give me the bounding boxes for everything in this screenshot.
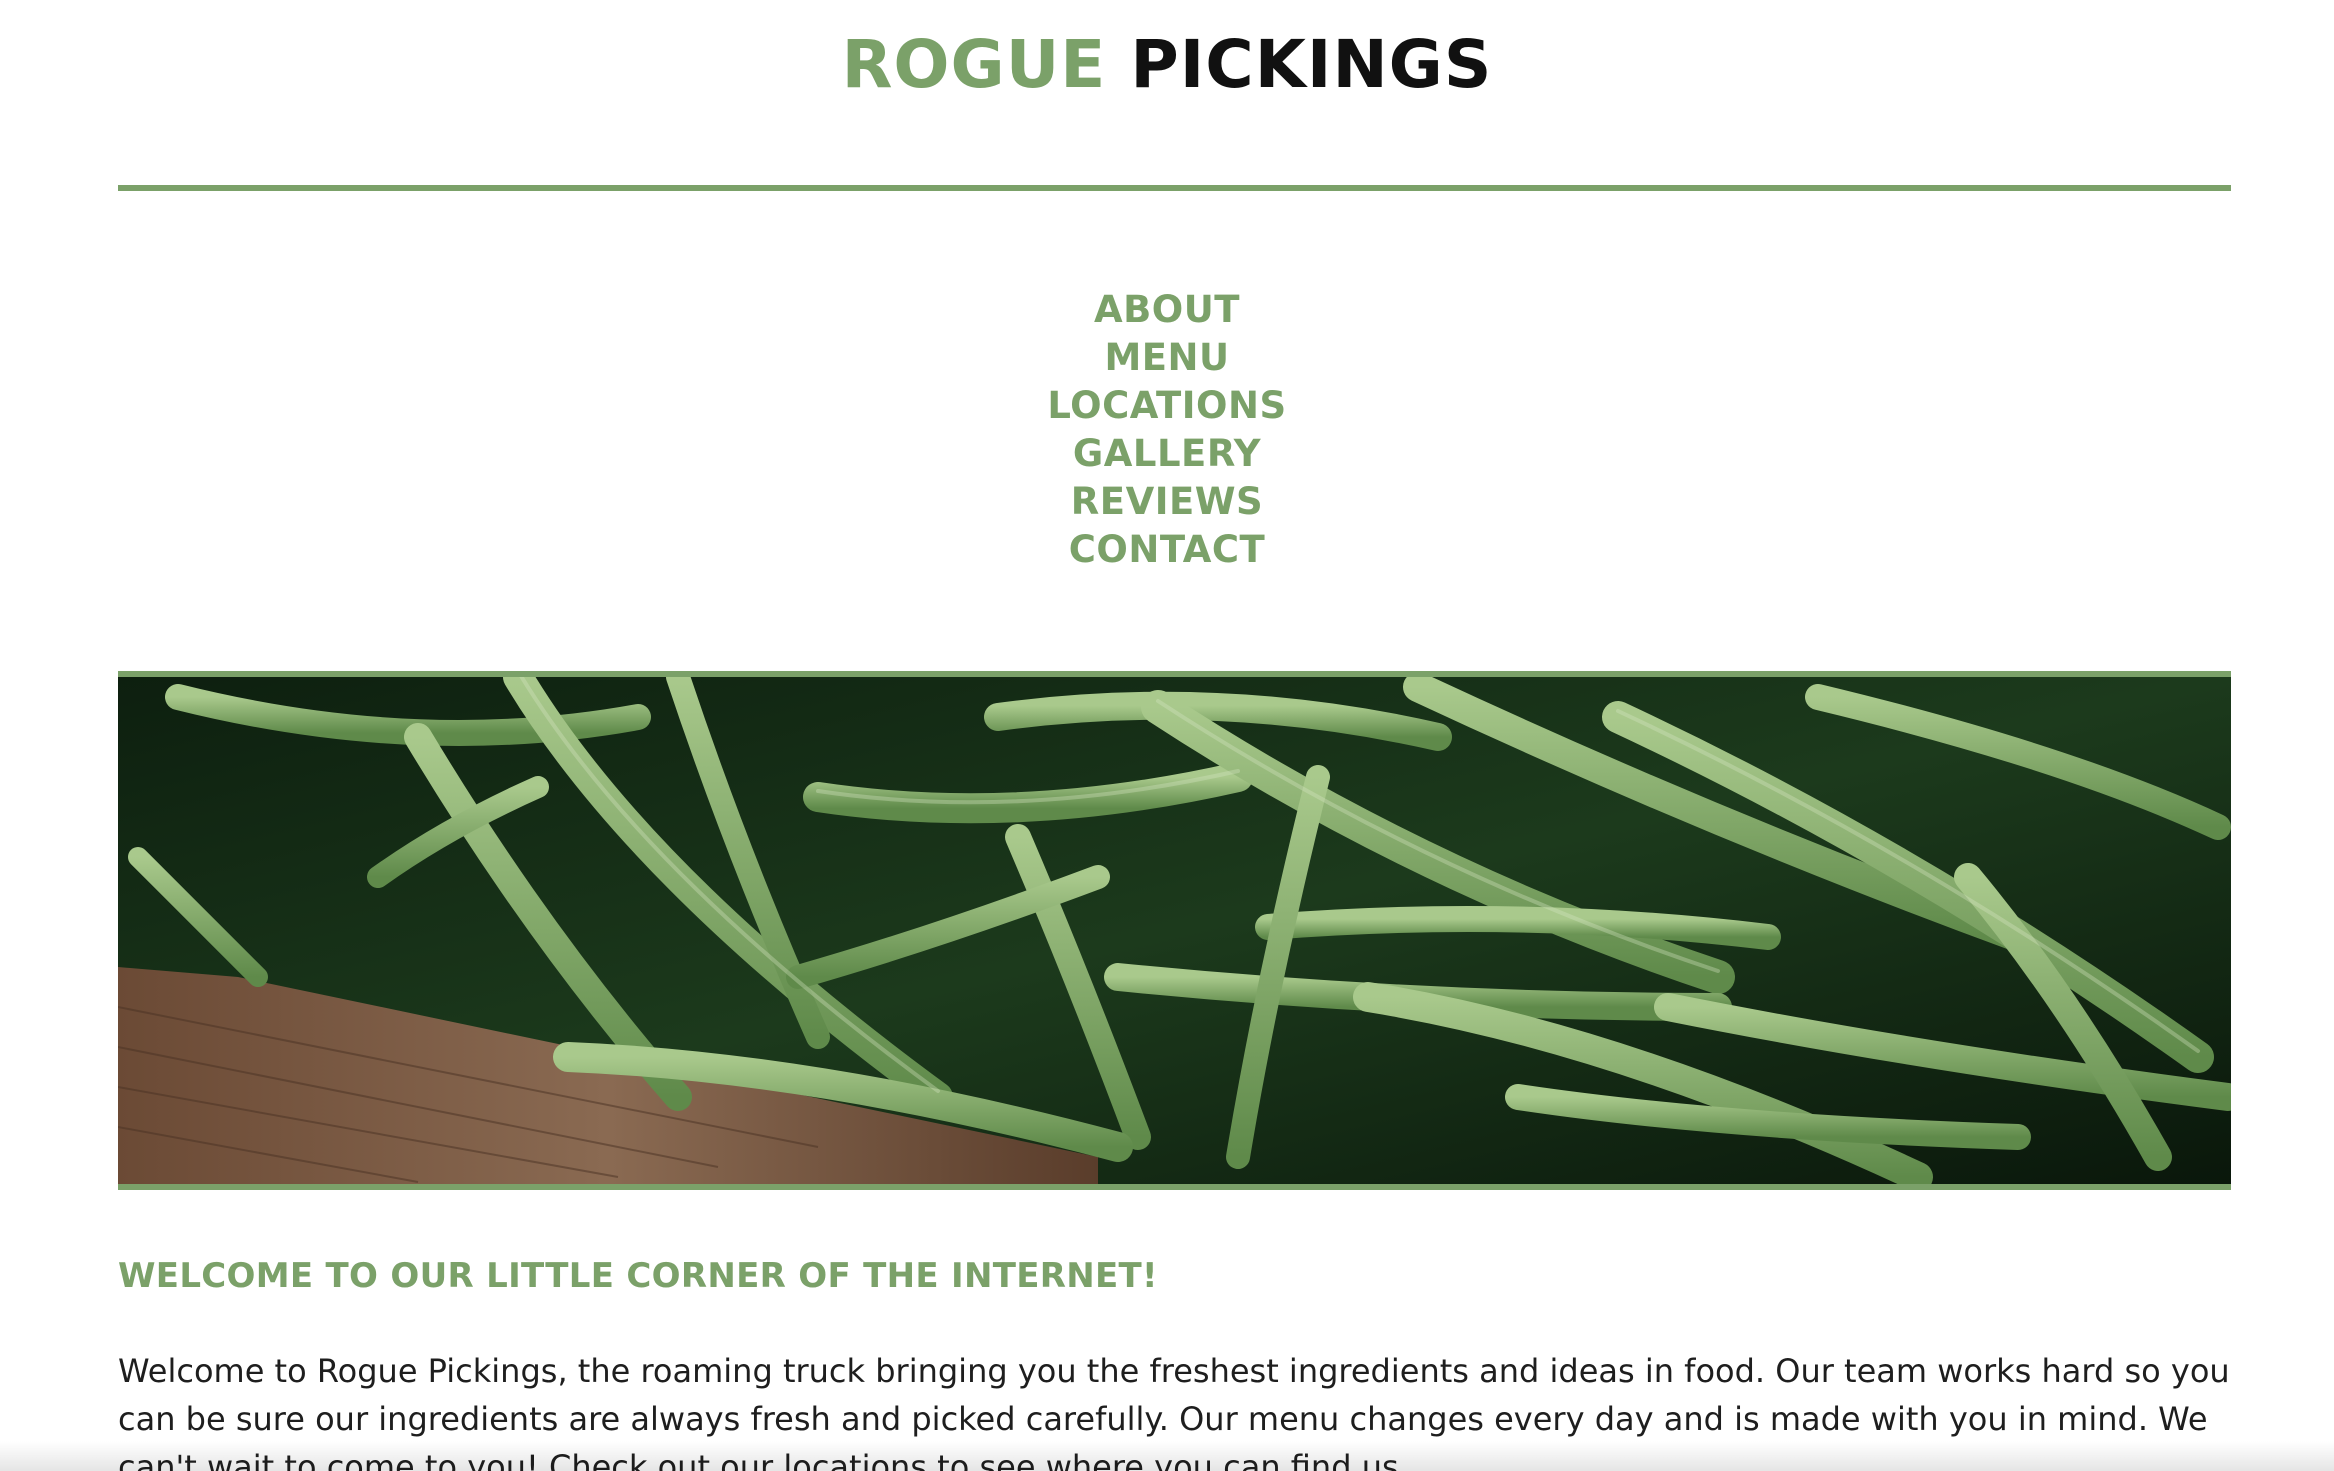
- nav-link-gallery[interactable]: GALLERY: [0, 430, 2334, 478]
- hero-image-green-beans: [118, 671, 2231, 1190]
- brand-word-pickings: PICKINGS: [1130, 26, 1493, 103]
- brand-word-rogue: ROGUE: [841, 26, 1107, 103]
- main-nav: ABOUT MENU LOCATIONS GALLERY REVIEWS CON…: [0, 286, 2334, 574]
- nav-link-menu[interactable]: MENU: [0, 334, 2334, 382]
- nav-link-about[interactable]: ABOUT: [0, 286, 2334, 334]
- green-beans-illustration: [118, 677, 2231, 1184]
- nav-link-contact[interactable]: CONTACT: [0, 526, 2334, 574]
- welcome-heading: WELCOME TO OUR LITTLE CORNER OF THE INTE…: [118, 1256, 1158, 1297]
- page: ROGUE PICKINGS ABOUT MENU LOCATIONS GALL…: [0, 0, 2334, 1471]
- site-logo[interactable]: ROGUE PICKINGS: [0, 20, 2334, 110]
- header-divider: [118, 185, 2231, 191]
- bottom-edge-shadow: [0, 1441, 2334, 1471]
- nav-link-reviews[interactable]: REVIEWS: [0, 478, 2334, 526]
- nav-link-locations[interactable]: LOCATIONS: [0, 382, 2334, 430]
